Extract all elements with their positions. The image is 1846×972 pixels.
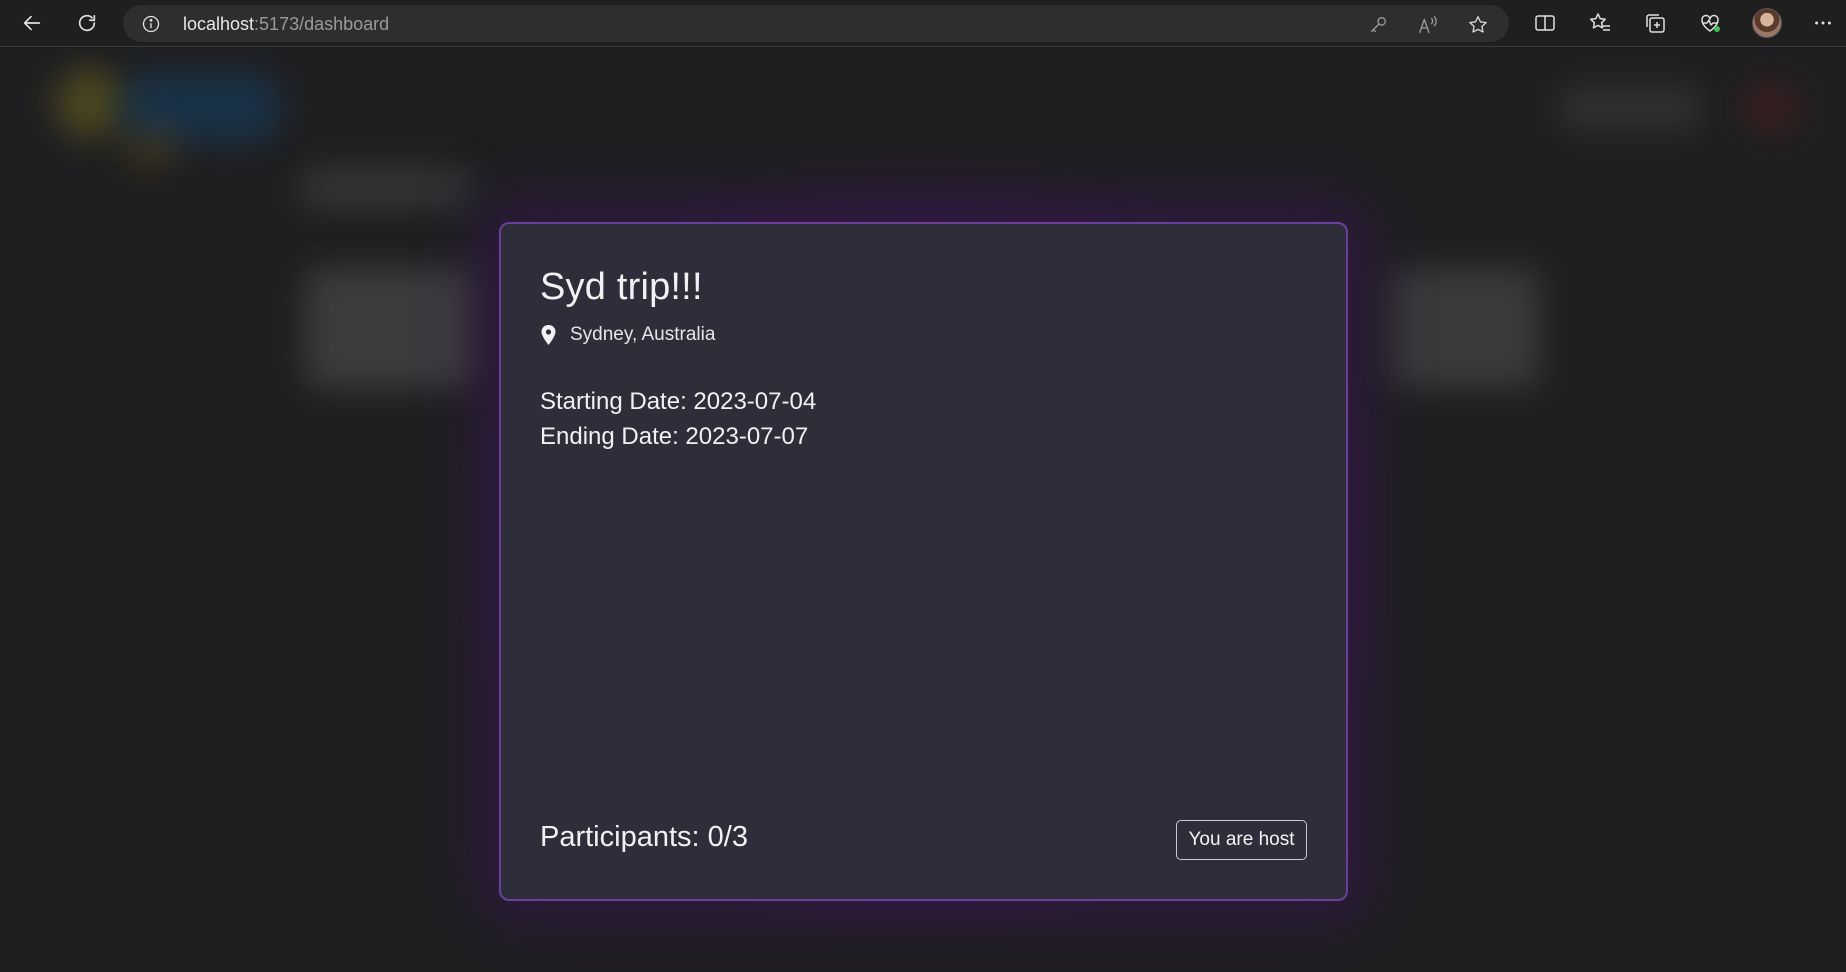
participants-count: Participants: 0/3 [540, 821, 748, 853]
trip-location: Sydney, Australia [540, 324, 715, 346]
split-screen-icon [1535, 15, 1555, 31]
collections-icon [1646, 14, 1665, 33]
trip-dates: Starting Date: 2023-07-04 Ending Date: 2… [540, 384, 816, 454]
url-text[interactable]: localhost:5173/dashboard [183, 14, 389, 35]
ending-date: Ending Date: 2023-07-07 [540, 423, 809, 450]
more-menu-icon [1815, 21, 1831, 25]
blurred-nav-button [1560, 88, 1700, 128]
favorites-button[interactable] [1587, 10, 1613, 36]
browser-essentials-icon [1701, 14, 1720, 32]
split-screen-button[interactable] [1532, 10, 1558, 36]
back-button[interactable] [18, 9, 46, 37]
read-aloud-icon[interactable] [1417, 14, 1439, 36]
refresh-button[interactable] [73, 9, 101, 37]
dashboard-page: Syd trip!!! Sydney, Australia Starting D… [0, 48, 1846, 972]
key-icon[interactable] [1367, 14, 1389, 36]
blurred-card-left [305, 268, 475, 388]
info-icon[interactable] [141, 14, 161, 34]
starting-date: Starting Date: 2023-07-04 [540, 388, 817, 415]
back-icon [23, 15, 41, 31]
blurred-user-avatar [1740, 83, 1800, 133]
location-pin-icon [541, 325, 556, 345]
trip-location-text: Sydney, Australia [570, 324, 716, 345]
blurred-card-right [1390, 268, 1540, 388]
profile-avatar[interactable] [1752, 8, 1782, 38]
trip-details-card: Syd trip!!! Sydney, Australia Starting D… [499, 222, 1348, 901]
host-badge-button[interactable]: You are host [1176, 820, 1307, 860]
refresh-icon [78, 14, 96, 32]
favorites-icon [1590, 13, 1610, 31]
url-host: localhost [183, 14, 255, 34]
collections-button[interactable] [1642, 10, 1668, 36]
browser-toolbar: localhost:5173/dashboard [0, 0, 1846, 47]
favorite-star-icon[interactable] [1467, 14, 1489, 36]
blurred-logo [55, 68, 125, 138]
browser-essentials-button[interactable] [1697, 10, 1723, 36]
url-path: :5173/dashboard [254, 14, 390, 34]
trip-title: Syd trip!!! [540, 266, 703, 308]
more-menu-button[interactable] [1810, 10, 1836, 36]
blurred-brand-accent [120, 128, 180, 168]
blurred-heading [300, 168, 470, 208]
address-bar[interactable]: localhost:5173/dashboard [123, 5, 1509, 42]
